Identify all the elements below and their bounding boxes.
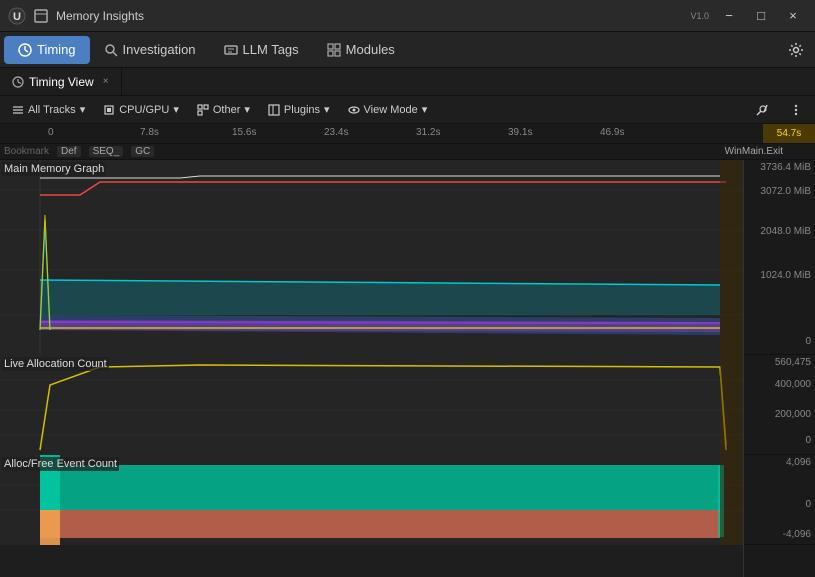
- seq-tag: SEQ_: [89, 146, 124, 157]
- other-dropdown-arrow: ▾: [244, 103, 250, 116]
- title-controls: V1.0 − □ ×: [690, 5, 807, 27]
- y-label-3736: 3736.4 MiB: [760, 162, 811, 173]
- time-ruler: 0 7.8s 15.6s 23.4s 31.2s 39.1s 46.9s 54.…: [0, 124, 815, 144]
- y-label-0-alloc: 0: [805, 435, 811, 446]
- y-axis: 3736.4 MiB 3072.0 MiB 2048.0 MiB 1024.0 …: [743, 160, 815, 577]
- view-mode-dropdown-arrow: ▾: [422, 103, 428, 116]
- modules-icon: [327, 43, 341, 57]
- plugins-icon: [268, 104, 280, 116]
- pin-button[interactable]: [747, 99, 777, 121]
- tab-timing-view[interactable]: Timing View ×: [0, 68, 122, 95]
- tab-bar: Timing View ×: [0, 68, 815, 96]
- y-label-0-mem: 0: [805, 336, 811, 347]
- alloc-count-track: Live Allocation Count: [0, 355, 743, 455]
- investigation-icon: [104, 43, 118, 57]
- toolbar-right: [747, 99, 811, 121]
- alloc-count-graph: [0, 355, 743, 455]
- main-content: Main Memory Graph: [0, 160, 815, 577]
- y-label-1024: 1024.0 MiB: [760, 270, 811, 281]
- time-7s: 7.8s: [140, 127, 159, 138]
- eye-icon: [348, 104, 360, 116]
- timing-icon: [18, 43, 32, 57]
- nav-bar: Timing Investigation LLM Tags Modules: [0, 32, 815, 68]
- bookmark-label: Bookmark: [4, 146, 49, 157]
- y-label-3072: 3072.0 MiB: [760, 186, 811, 197]
- window-icon: [34, 9, 48, 23]
- time-46s: 46.9s: [600, 127, 624, 138]
- nav-modules[interactable]: Modules: [313, 36, 409, 64]
- time-31s: 31.2s: [416, 127, 440, 138]
- def-tag: Def: [57, 146, 81, 157]
- cpu-dropdown-arrow: ▾: [173, 103, 179, 116]
- time-0: 0: [48, 127, 54, 138]
- time-15s: 15.6s: [232, 127, 256, 138]
- time-highlight: 54.7s: [763, 124, 815, 143]
- view-mode-button[interactable]: View Mode ▾: [340, 99, 436, 121]
- minimize-button[interactable]: −: [715, 5, 743, 27]
- app-icon: U: [8, 7, 26, 25]
- settings-button[interactable]: [781, 36, 811, 64]
- event-count-track: Alloc/Free Event Count: [0, 455, 743, 545]
- y-label-2048: 2048.0 MiB: [760, 226, 811, 237]
- tracks-icon: [12, 104, 24, 116]
- title-text: Memory Insights: [56, 9, 144, 23]
- alloc-count-y-axis: 560,475 400,000 200,000 0: [744, 355, 815, 455]
- title-left: U Memory Insights: [8, 7, 144, 25]
- graph-area[interactable]: Main Memory Graph: [0, 160, 743, 577]
- y-label-560475: 560,475: [775, 357, 811, 368]
- all-tracks-button[interactable]: All Tracks ▾: [4, 99, 93, 121]
- tab-clock-icon: [12, 76, 24, 88]
- event-count-graph: [0, 455, 743, 545]
- toolbar: All Tracks ▾ CPU/GPU ▾ Other ▾ Plugins ▾: [0, 96, 815, 124]
- y-label-neg4096: -4,096: [783, 529, 811, 540]
- nav-timing[interactable]: Timing: [4, 36, 90, 64]
- nav-llmtags[interactable]: LLM Tags: [210, 36, 313, 64]
- llmtags-icon: [224, 43, 238, 57]
- main-memory-graph: [0, 160, 743, 355]
- time-23s: 23.4s: [324, 127, 348, 138]
- all-tracks-dropdown-arrow: ▾: [80, 103, 86, 116]
- main-memory-track: Main Memory Graph: [0, 160, 743, 355]
- gc-tag: GC: [131, 146, 154, 157]
- more-button[interactable]: [781, 99, 811, 121]
- winmain-exit-label: WinMain.Exit: [725, 146, 783, 157]
- y-label-4096: 4,096: [786, 457, 811, 468]
- cpu-icon: [103, 104, 115, 116]
- plugins-dropdown-arrow: ▾: [324, 103, 330, 116]
- title-bar: U Memory Insights V1.0 − □ ×: [0, 0, 815, 32]
- maximize-button[interactable]: □: [747, 5, 775, 27]
- svg-text:U: U: [13, 11, 21, 23]
- nav-investigation[interactable]: Investigation: [90, 36, 210, 64]
- y-label-0-event: 0: [805, 499, 811, 510]
- time-39s: 39.1s: [508, 127, 532, 138]
- settings-icon: [788, 42, 804, 58]
- tab-close-button[interactable]: ×: [103, 76, 109, 87]
- y-label-400000: 400,000: [775, 379, 811, 390]
- other-icon: [197, 104, 209, 116]
- plugins-button[interactable]: Plugins ▾: [260, 99, 338, 121]
- bookmark-bar: Bookmark Def SEQ_ GC WinMain.Exit: [0, 144, 815, 160]
- other-button[interactable]: Other ▾: [189, 99, 258, 121]
- more-icon: [789, 103, 803, 117]
- main-memory-y-axis: 3736.4 MiB 3072.0 MiB 2048.0 MiB 1024.0 …: [744, 160, 815, 355]
- y-label-200000: 200,000: [775, 409, 811, 420]
- event-count-y-axis: 4,096 0 -4,096: [744, 455, 815, 545]
- version-label: V1.0: [690, 11, 709, 21]
- close-button[interactable]: ×: [779, 5, 807, 27]
- pin-icon: [755, 103, 769, 117]
- cpu-gpu-button[interactable]: CPU/GPU ▾: [95, 99, 187, 121]
